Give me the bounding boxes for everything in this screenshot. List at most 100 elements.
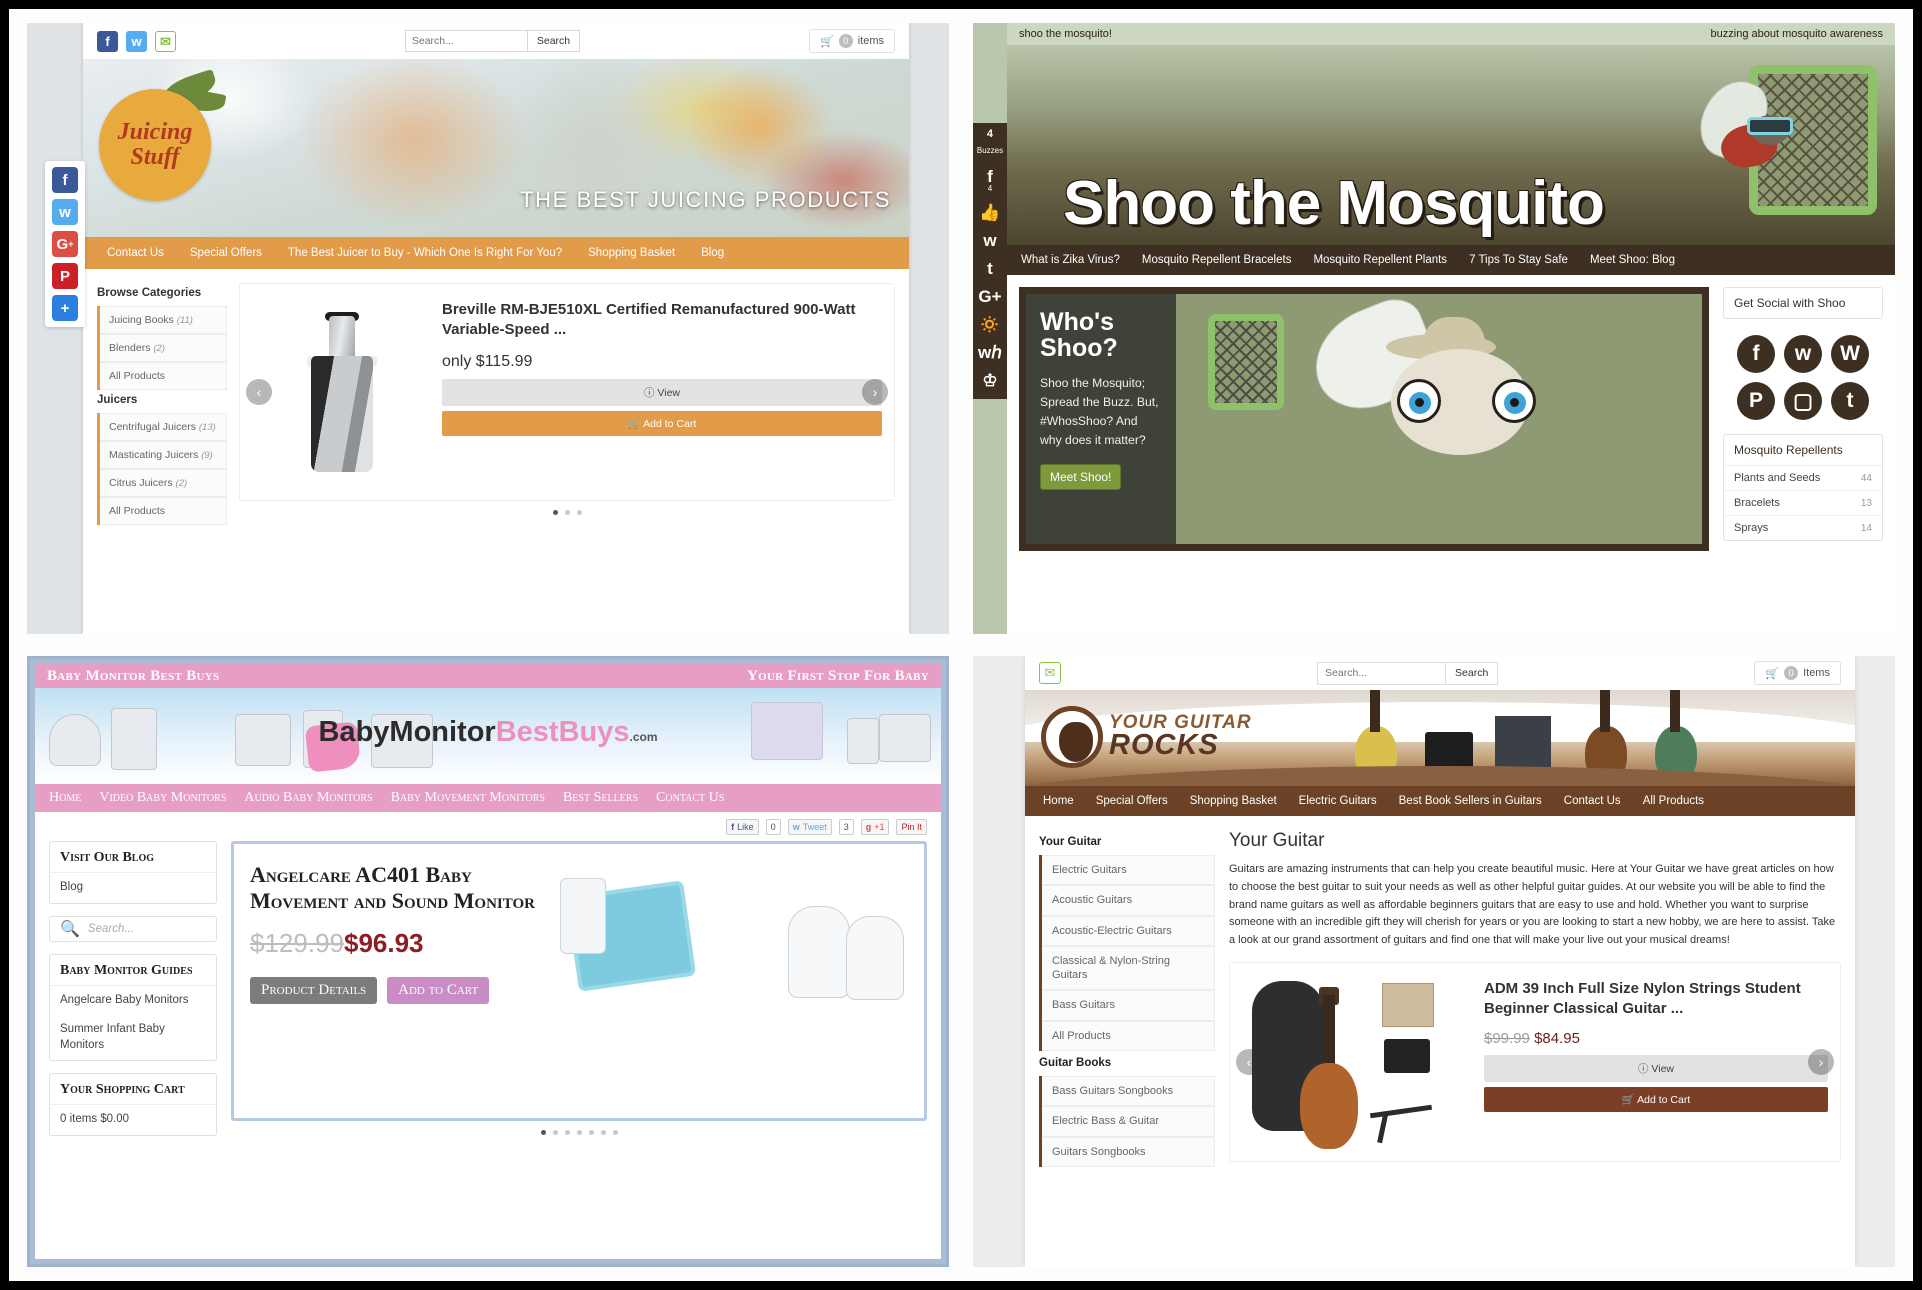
repellents-row-plants-and-seeds[interactable]: Plants and Seeds 44 bbox=[1724, 465, 1882, 490]
carousel-dot[interactable] bbox=[552, 1130, 558, 1135]
tumblr-icon[interactable]: t bbox=[987, 260, 993, 277]
nav-item-audio-baby-monitors[interactable]: Audio Baby Monitors bbox=[244, 790, 372, 806]
social-icon-grid[interactable]: f w W P ▢ t bbox=[1723, 329, 1883, 422]
nav-item-special-offers[interactable]: Special Offers bbox=[190, 247, 262, 259]
search-button[interactable]: Search bbox=[526, 30, 581, 52]
nav-item-meet-shoo-blog[interactable]: Meet Shoo: Blog bbox=[1590, 254, 1675, 266]
product-buttons[interactable]: Product Details Add to Cart bbox=[250, 976, 550, 1004]
nav-item-7-tips[interactable]: 7 Tips To Stay Safe bbox=[1469, 254, 1568, 266]
baby-share-buttons[interactable]: f Like 0 w Tweet 3 g +1 Pin It bbox=[35, 812, 941, 839]
sidebar-item-all-products[interactable]: All Products bbox=[1042, 1020, 1215, 1052]
crown-icon[interactable]: ♔ bbox=[982, 372, 997, 389]
carousel-dot[interactable] bbox=[576, 510, 582, 515]
nav-item-best-book-sellers[interactable]: Best Book Sellers in Guitars bbox=[1399, 795, 1542, 807]
sidebar-item-bass-guitars[interactable]: Bass Guitars bbox=[1042, 990, 1215, 1021]
repellents-row-bracelets[interactable]: Bracelets 13 bbox=[1724, 490, 1882, 515]
carousel-dot[interactable] bbox=[600, 1130, 606, 1135]
sidebar-item-guitars-songbooks[interactable]: Guitars Songbooks bbox=[1042, 1136, 1215, 1167]
googleplus-icon[interactable]: G+ bbox=[978, 288, 1001, 305]
guides-item-summer-infant[interactable]: Summer Infant Baby Monitors bbox=[50, 1015, 216, 1060]
carousel-dot[interactable] bbox=[576, 1130, 582, 1135]
nav-item-video-baby-monitors[interactable]: Video Baby Monitors bbox=[99, 790, 226, 806]
guides-item-angelcare[interactable]: Angelcare Baby Monitors bbox=[50, 986, 216, 1016]
sidebar-item-electric-bass-and-guitar[interactable]: Electric Bass & Guitar bbox=[1042, 1106, 1215, 1137]
add-to-cart-button[interactable]: Add to Cart bbox=[387, 976, 490, 1004]
twitter-tweet-button[interactable]: w Tweet bbox=[787, 819, 832, 835]
sidebar-item-acoustic-electric-guitars[interactable]: Acoustic-Electric Guitars bbox=[1042, 915, 1215, 946]
product-title[interactable]: Breville RM-BJE510XL Certified Remanufac… bbox=[442, 300, 882, 341]
guitar-main-nav[interactable]: Home Special Offers Shopping Basket Elec… bbox=[1025, 786, 1855, 816]
sidebar-item-blenders[interactable]: Blenders (2) bbox=[100, 334, 227, 362]
search-button[interactable]: Search bbox=[1445, 661, 1499, 685]
share-plus-icon[interactable]: + bbox=[52, 295, 78, 321]
nav-item-blog[interactable]: Blog bbox=[701, 247, 724, 259]
nav-item-home[interactable]: Home bbox=[1043, 795, 1074, 807]
juicing-search[interactable]: Search bbox=[404, 30, 581, 52]
add-to-cart-button[interactable]: 🛒 Add to Cart bbox=[1484, 1086, 1828, 1112]
pinterest-button[interactable]: Pin It bbox=[896, 819, 927, 835]
nav-item-best-juicer[interactable]: The Best Juicer to Buy - Which One Is Ri… bbox=[288, 247, 562, 259]
pinterest-icon[interactable]: P bbox=[52, 263, 78, 289]
carousel-dot[interactable] bbox=[540, 1130, 546, 1135]
sidebar-list-browse-categories[interactable]: Juicing Books (11) Blenders (2) All Prod… bbox=[97, 306, 227, 390]
twitter-icon[interactable]: w bbox=[983, 232, 996, 249]
nav-item-repellent-bracelets[interactable]: Mosquito Repellent Bracelets bbox=[1142, 254, 1292, 266]
sidebar-item-all-products[interactable]: All Products bbox=[100, 362, 227, 390]
sidebar-list-guitar-books[interactable]: Bass Guitars Songbooks Electric Bass & G… bbox=[1039, 1076, 1215, 1167]
nav-item-contact-us[interactable]: Contact Us bbox=[656, 790, 724, 806]
sidebar-item-citrus-juicers[interactable]: Citrus Juicers (2) bbox=[100, 469, 227, 497]
carousel-dot[interactable] bbox=[588, 1130, 594, 1135]
facebook-like-button[interactable]: f Like bbox=[726, 819, 759, 835]
blog-card-link[interactable]: Blog bbox=[50, 873, 216, 903]
panel-your-guitar-rocks[interactable]: ✉ Search 🛒 0 Items YOUR GUITAR RO bbox=[973, 656, 1895, 1267]
repellents-row-sprays[interactable]: Sprays 14 bbox=[1724, 515, 1882, 540]
thumbs-up-icon[interactable]: 👍 bbox=[979, 204, 1000, 221]
search-input[interactable] bbox=[404, 30, 527, 52]
whos-shoo-feature[interactable]: Who's Shoo? Shoo the Mosquito; Spread th… bbox=[1019, 287, 1709, 551]
sidebar-list-your-guitar[interactable]: Electric Guitars Acoustic Guitars Acoust… bbox=[1039, 855, 1215, 1052]
carousel-next-button[interactable]: › bbox=[1808, 1049, 1834, 1076]
panel-juicing-stuff[interactable]: f w G + P + f w ✉ Search... Search 🛒 0 i… bbox=[27, 23, 949, 634]
nav-item-baby-movement-monitors[interactable]: Baby Movement Monitors bbox=[391, 790, 545, 806]
nav-item-contact-us[interactable]: Contact Us bbox=[107, 247, 164, 259]
carousel-dots[interactable] bbox=[239, 501, 895, 515]
view-button[interactable]: ⓘ View bbox=[1484, 1054, 1828, 1082]
carousel-dot[interactable] bbox=[564, 1130, 570, 1135]
site-logo[interactable]: BabyMonitorBestBuys.com bbox=[318, 716, 657, 749]
juicing-social-links[interactable]: f w ✉ bbox=[97, 30, 176, 52]
sidebar-item-masticating-juicers[interactable]: Masticating Juicers (9) bbox=[100, 441, 227, 469]
nav-item-zika-virus[interactable]: What is Zika Virus? bbox=[1021, 254, 1120, 266]
panel-baby-monitor-best-buys[interactable]: Baby Monitor Best Buys Your First Stop F… bbox=[27, 656, 949, 1267]
googleplus-button[interactable]: g +1 bbox=[860, 819, 890, 835]
wordpress-icon[interactable]: W bbox=[1831, 335, 1869, 373]
pinterest-icon[interactable]: P bbox=[1737, 382, 1775, 420]
nav-item-shopping-basket[interactable]: Shopping Basket bbox=[1190, 795, 1277, 807]
juicing-floating-share-bar[interactable]: f w G + P + bbox=[45, 161, 85, 327]
cart-button[interactable]: 🛒 0 Items bbox=[1754, 661, 1841, 685]
add-to-cart-button[interactable]: 🛒 Add to Cart bbox=[442, 410, 882, 436]
product-title[interactable]: ADM 39 Inch Full Size Nylon Strings Stud… bbox=[1484, 979, 1828, 1020]
sidebar-item-bass-guitars-songbooks[interactable]: Bass Guitars Songbooks bbox=[1042, 1076, 1215, 1107]
carousel-dots[interactable] bbox=[231, 1121, 927, 1135]
email-icon[interactable]: ✉ bbox=[1039, 662, 1061, 684]
nav-item-repellent-plants[interactable]: Mosquito Repellent Plants bbox=[1313, 254, 1447, 266]
cart-button[interactable]: 🛒 0 items bbox=[809, 29, 895, 53]
juicing-main-nav[interactable]: Contact Us Special Offers The Best Juice… bbox=[83, 237, 909, 269]
nav-item-best-sellers[interactable]: Best Sellers bbox=[563, 790, 638, 806]
email-icon[interactable]: ✉ bbox=[155, 30, 176, 52]
site-logo[interactable]: Juicing Stuff bbox=[99, 89, 211, 201]
carousel-dot[interactable] bbox=[552, 510, 558, 515]
baby-search-box[interactable]: 🔍 Search... bbox=[49, 915, 217, 942]
facebook-icon[interactable]: f4 bbox=[987, 168, 993, 193]
googleplus-icon[interactable]: G+ bbox=[52, 231, 78, 257]
nav-item-shopping-basket[interactable]: Shopping Basket bbox=[588, 247, 675, 259]
nav-item-special-offers[interactable]: Special Offers bbox=[1096, 795, 1168, 807]
twitter-icon[interactable]: w bbox=[1784, 335, 1822, 373]
mosquito-share-rail[interactable]: 4 Buzzes f4 👍 w t G+ 🔅 wℎ ♔ bbox=[973, 123, 1007, 400]
panel-shoo-the-mosquito[interactable]: 4 Buzzes f4 👍 w t G+ 🔅 wℎ ♔ shoo the mos… bbox=[973, 23, 1895, 634]
search-input[interactable] bbox=[1317, 661, 1446, 685]
pinterest-icon[interactable]: wℎ bbox=[978, 344, 1002, 361]
twitter-icon[interactable]: w bbox=[52, 199, 78, 225]
meet-shoo-button[interactable]: Meet Shoo! bbox=[1040, 463, 1122, 490]
sidebar-item-electric-guitars[interactable]: Electric Guitars bbox=[1042, 855, 1215, 886]
